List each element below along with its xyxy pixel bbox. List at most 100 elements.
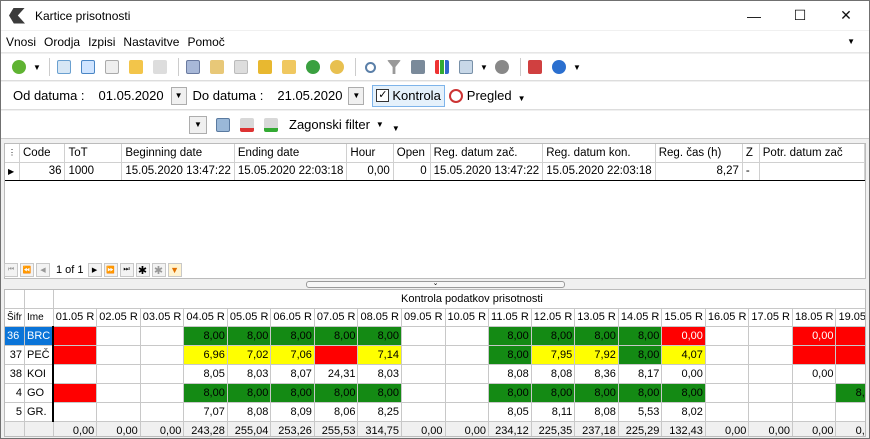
- date-header[interactable]: 19.05 R: [835, 308, 865, 327]
- calculator-icon[interactable]: [183, 57, 203, 77]
- date-header[interactable]: 03.05 R: [140, 308, 185, 327]
- menu-vnosi[interactable]: Vnosi: [6, 35, 36, 49]
- print-icon[interactable]: [408, 57, 428, 77]
- filter-dropdown-icon[interactable]: ▼: [189, 115, 207, 134]
- date-header[interactable]: 11.05 R: [488, 308, 532, 327]
- attendance-cell[interactable]: [401, 345, 446, 365]
- copy-icon[interactable]: [102, 57, 122, 77]
- attendance-cell[interactable]: 7,92: [574, 345, 619, 365]
- help-dropdown-icon[interactable]: ▼: [573, 57, 581, 77]
- attendance-cell[interactable]: [835, 402, 865, 422]
- attendance-cell[interactable]: 8,03: [227, 364, 272, 384]
- filter-add-icon[interactable]: [261, 115, 281, 135]
- attendance-cell[interactable]: [748, 364, 793, 384]
- date-header[interactable]: 09.05 R: [401, 308, 446, 327]
- table-row[interactable]: 37 PEČ 6,96 7,02 7,06 7,14 8,00 7,95 7,92 8,00 4,0…: [5, 345, 865, 365]
- mail-icon[interactable]: [207, 57, 227, 77]
- attendance-cell[interactable]: [140, 326, 185, 346]
- attendance-cell[interactable]: [53, 326, 98, 346]
- date-header[interactable]: 05.05 R: [227, 308, 272, 327]
- attendance-cell[interactable]: 24,31: [314, 364, 359, 384]
- attendance-cell[interactable]: 7,06: [270, 345, 315, 365]
- attendance-cell[interactable]: 8,08: [488, 364, 532, 384]
- cell-beginning-date[interactable]: 15.05.2020 13:47:22: [121, 161, 235, 181]
- undo-icon[interactable]: [327, 57, 347, 77]
- date-header[interactable]: 10.05 R: [445, 308, 490, 327]
- attendance-cell[interactable]: [96, 326, 141, 346]
- attendance-cell[interactable]: [401, 402, 446, 422]
- attendance-cell[interactable]: [96, 345, 141, 365]
- help-icon[interactable]: [549, 57, 569, 77]
- pregled-dropdown-icon[interactable]: ▼: [518, 94, 526, 103]
- attendance-cell[interactable]: [96, 383, 141, 403]
- splitter-handle[interactable]: ⌄: [306, 280, 565, 288]
- cell-open[interactable]: 0: [393, 161, 431, 181]
- attendance-cell[interactable]: 7,95: [531, 345, 576, 365]
- dropdown2-icon[interactable]: ▼: [480, 57, 488, 77]
- attendance-cell[interactable]: 8,05: [183, 364, 228, 384]
- attendance-cell[interactable]: 6,96: [183, 345, 228, 365]
- header-ime[interactable]: Ime: [24, 308, 54, 327]
- attendance-cell[interactable]: [748, 326, 793, 346]
- attendance-cell[interactable]: 5,53: [618, 402, 663, 422]
- attendance-cell[interactable]: 0,00: [661, 326, 706, 346]
- dropdown-icon[interactable]: ▼: [33, 57, 41, 77]
- table-row[interactable]: ▶ 36 1000 15.05.2020 13:47:22 15.05.2020…: [5, 161, 866, 181]
- row-ime[interactable]: PEČ: [24, 345, 55, 365]
- attendance-cell[interactable]: [53, 402, 98, 422]
- attendance-cell[interactable]: [445, 364, 490, 384]
- attendance-cell[interactable]: [96, 364, 141, 384]
- attendance-cell[interactable]: 8,25: [357, 402, 402, 422]
- menu-overflow-icon[interactable]: ▼: [847, 37, 855, 46]
- attendance-cell[interactable]: 7,14: [357, 345, 402, 365]
- cell-z[interactable]: -: [742, 161, 760, 181]
- date-header[interactable]: 18.05 R: [792, 308, 837, 327]
- settings-icon[interactable]: [492, 57, 512, 77]
- row-sifra[interactable]: 4: [5, 383, 25, 403]
- table-row[interactable]: 4 GO 8,00 8,00 8,00 8,00 8,00 8,00 8,00 8,00 8,00 8…: [5, 383, 865, 403]
- pregled-button[interactable]: Pregled: [467, 88, 512, 103]
- menu-izpisi[interactable]: Izpisi: [88, 35, 115, 49]
- zagonski-extra-icon[interactable]: ▼: [392, 124, 400, 133]
- last-page-icon[interactable]: ⏭: [119, 263, 134, 277]
- date-header[interactable]: 08.05 R: [357, 308, 402, 327]
- attendance-cell[interactable]: 8,00: [618, 326, 663, 346]
- table-row[interactable]: 5 GR. 7,07 8,08 8,09 8,06 8,25 8,05 8,11 8,08 5,53…: [5, 402, 865, 422]
- export-icon[interactable]: [456, 57, 476, 77]
- refresh-icon[interactable]: [9, 57, 29, 77]
- attendance-cell[interactable]: [705, 345, 750, 365]
- attendance-cell[interactable]: 0,00: [792, 326, 837, 346]
- attendance-cell[interactable]: 4,07: [661, 345, 706, 365]
- date-header[interactable]: 16.05 R: [705, 308, 750, 327]
- attendance-cell[interactable]: 8,03: [357, 364, 402, 384]
- attendance-cell[interactable]: 7,07: [183, 402, 228, 422]
- attendance-cell[interactable]: 8,00: [357, 326, 402, 346]
- attendance-cell[interactable]: 8,00: [227, 326, 272, 346]
- date-header[interactable]: 13.05 R: [574, 308, 619, 327]
- attendance-cell[interactable]: 8,00: [270, 326, 315, 346]
- lock-icon[interactable]: [255, 57, 275, 77]
- cell-ending-date[interactable]: 15.05.2020 22:03:18: [234, 161, 348, 181]
- new-record-icon[interactable]: [54, 57, 74, 77]
- attendance-cell[interactable]: 7,02: [227, 345, 272, 365]
- attendance-cell[interactable]: 8,00: [531, 326, 576, 346]
- first-page-icon[interactable]: ⏮: [4, 263, 18, 277]
- search-icon[interactable]: [360, 57, 380, 77]
- next-page-fast-icon[interactable]: ⏩: [103, 263, 118, 277]
- attendance-cell[interactable]: 8,36: [574, 364, 619, 384]
- attendance-cell[interactable]: 8,00: [227, 383, 272, 403]
- filter-row-icon[interactable]: ▼: [167, 263, 182, 277]
- attendance-cell[interactable]: 8,06: [314, 402, 359, 422]
- attendance-cell[interactable]: 8,07: [270, 364, 315, 384]
- attendance-cell[interactable]: [705, 364, 750, 384]
- attendance-cell[interactable]: [792, 345, 837, 365]
- row-sifra[interactable]: 5: [5, 402, 25, 422]
- attendance-cell[interactable]: 8,00: [661, 383, 706, 403]
- header-reg-cas[interactable]: Reg. čas (h): [655, 144, 743, 163]
- attendance-cell[interactable]: [314, 345, 359, 365]
- date-header[interactable]: 02.05 R: [96, 308, 141, 327]
- attendance-cell[interactable]: [792, 402, 837, 422]
- chart-icon[interactable]: [432, 57, 452, 77]
- duplicate-icon[interactable]: [231, 57, 251, 77]
- date-header[interactable]: 01.05 R: [53, 308, 98, 327]
